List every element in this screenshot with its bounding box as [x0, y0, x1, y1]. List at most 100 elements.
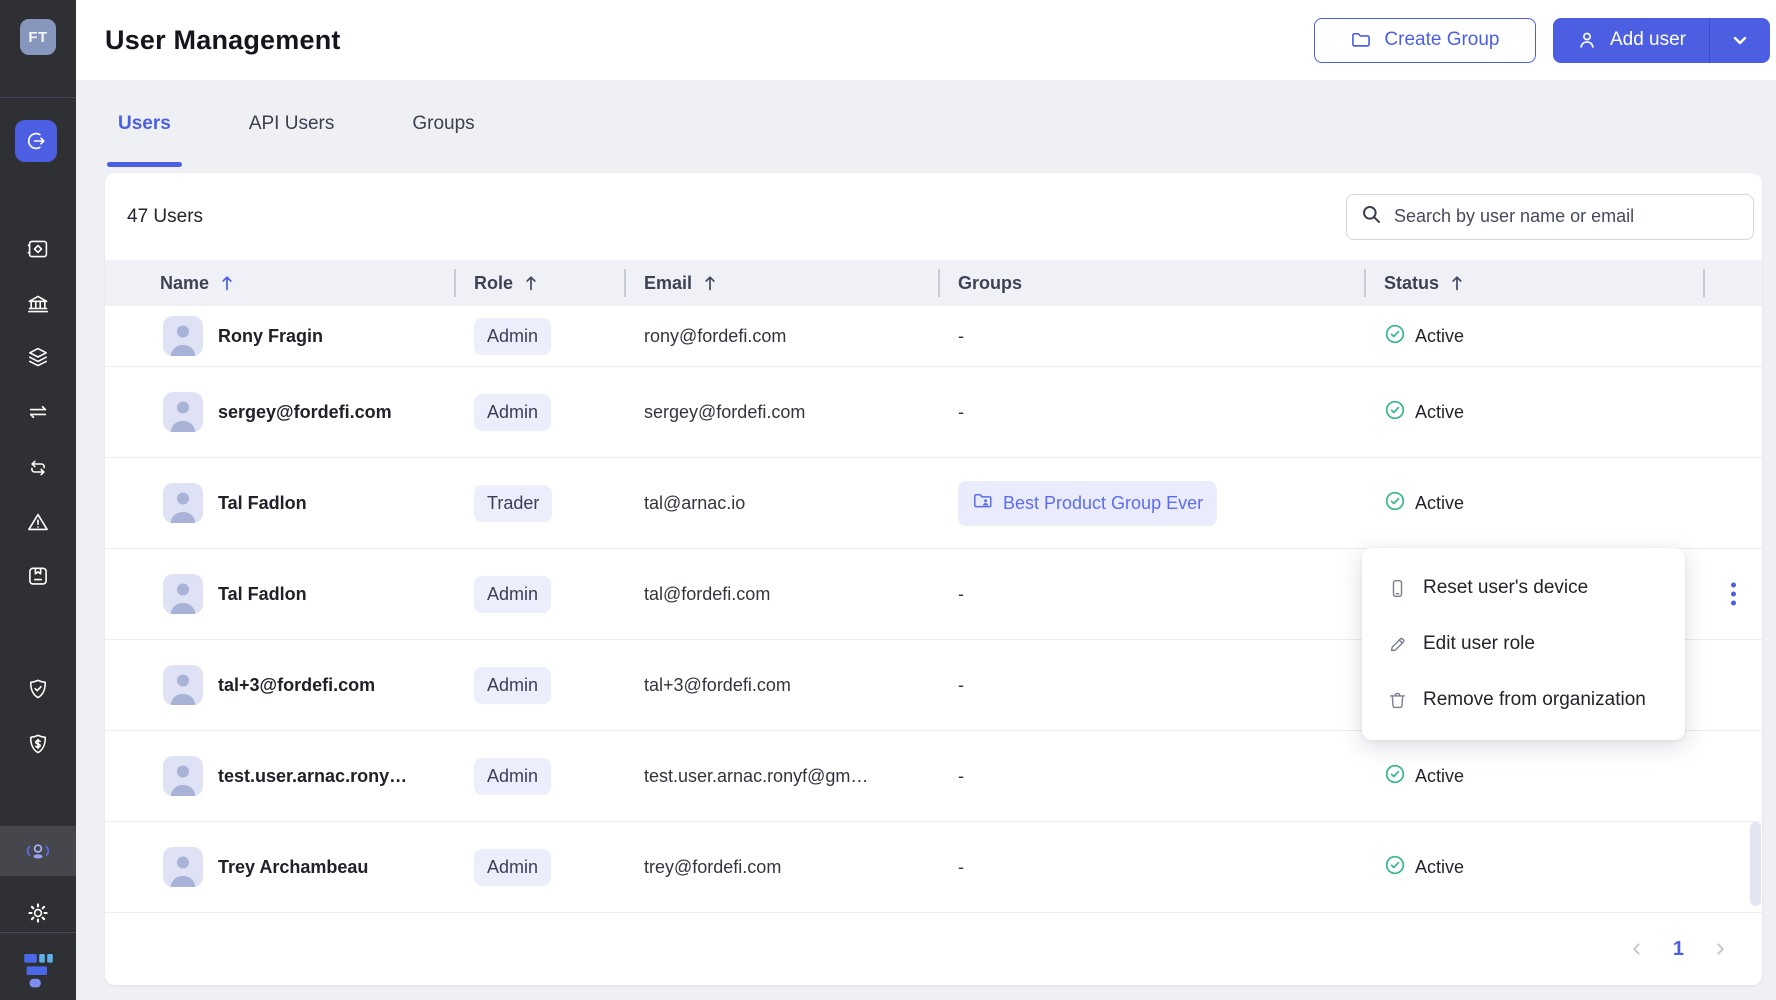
column-header-groups: Groups: [938, 260, 1364, 306]
user-row[interactable]: Trey Archambeau Admin trey@fordefi.com - Act…: [105, 822, 1762, 913]
column-header-name[interactable]: Name: [105, 260, 454, 306]
user-role-cell: Admin: [454, 640, 624, 730]
sidebar-item-bank[interactable]: [26, 292, 50, 316]
users-icon: [24, 838, 52, 864]
user-groups-cell: Best Product Group Ever: [938, 458, 1364, 548]
user-email: tal@arnac.io: [644, 492, 746, 513]
org-avatar[interactable]: FT: [20, 19, 56, 55]
menu-item-reset-user-s-device[interactable]: Reset user's device: [1362, 560, 1685, 616]
warning-icon: [26, 510, 50, 534]
sidebar-item-transfer[interactable]: [26, 400, 50, 424]
sidebar-item-vault[interactable]: [26, 237, 50, 261]
add-user-split-button: Add user: [1552, 17, 1770, 63]
user-email: tal+3@fordefi.com: [644, 674, 791, 695]
user-avatar: [163, 756, 203, 796]
user-row[interactable]: test.user.arnac.rony… Admin test.user.arna…: [105, 731, 1762, 822]
user-row[interactable]: Rony Fragin Admin rony@fordefi.com - Active: [105, 306, 1762, 367]
user-email: test.user.arnac.ronyf@gm…: [644, 765, 869, 786]
user-name-cell: Trey Archambeau: [105, 822, 454, 912]
tab-groups[interactable]: Groups: [410, 80, 476, 167]
sidebar-item-layers[interactable]: [26, 345, 50, 369]
user-groups-cell: -: [938, 549, 1364, 639]
menu-item-remove-from-organization[interactable]: Remove from organization: [1362, 672, 1685, 728]
user-groups-cell: -: [938, 306, 1364, 366]
user-row[interactable]: sergey@fordefi.com Admin sergey@fordefi.co…: [105, 367, 1762, 458]
kebab-menu-icon[interactable]: [1727, 579, 1740, 610]
sidebar-item-shield-dollar[interactable]: [26, 732, 50, 756]
search-icon: [1360, 203, 1382, 230]
row-actions-cell: [1703, 367, 1762, 457]
page-title: User Management: [105, 24, 341, 55]
table-scrollbar-thumb[interactable]: [1750, 822, 1761, 906]
folder-user-icon: [972, 490, 994, 517]
sidebar-item-logout[interactable]: [15, 120, 57, 162]
add-user-dropdown-button[interactable]: [1710, 18, 1770, 63]
column-header-role[interactable]: Role: [454, 260, 624, 306]
sidebar-item-package[interactable]: [26, 564, 50, 588]
table-header-row: Name Role Email Groups Status: [105, 260, 1762, 306]
sidebar-item-settings[interactable]: [26, 901, 50, 925]
sort-arrow-icon: [523, 274, 539, 292]
user-name: Tal Fadlon: [218, 583, 307, 604]
row-context-menu: Reset user's device Edit user role Remove …: [1362, 548, 1685, 740]
role-badge: Admin: [474, 317, 552, 355]
user-role-cell: Admin: [454, 367, 624, 457]
user-role-cell: Admin: [454, 306, 624, 366]
edit-icon: [1387, 634, 1408, 655]
topbar: User Management Create Group Add user: [76, 0, 1776, 80]
status-active-icon: [1384, 323, 1406, 350]
menu-item-label: Remove from organization: [1423, 689, 1646, 710]
loop-icon: [26, 456, 50, 480]
user-name-cell: test.user.arnac.rony…: [105, 731, 454, 821]
fordefi-logo[interactable]: [23, 954, 53, 990]
groups-dash: -: [958, 401, 964, 422]
user-avatar: [163, 574, 203, 614]
group-chip[interactable]: Best Product Group Ever: [958, 480, 1218, 526]
groups-dash: -: [958, 856, 964, 877]
user-avatar: [163, 316, 203, 356]
chevron-left-icon[interactable]: [1627, 939, 1647, 959]
create-group-button[interactable]: Create Group: [1313, 17, 1536, 63]
groups-dash: -: [958, 583, 964, 604]
user-name: test.user.arnac.rony…: [218, 765, 408, 786]
sidebar-item-warning[interactable]: [26, 510, 50, 534]
column-header-status[interactable]: Status: [1364, 260, 1703, 306]
folder-icon: [1350, 29, 1372, 51]
user-status-cell: Active: [1364, 367, 1703, 457]
user-avatar: [163, 847, 203, 887]
tab-users[interactable]: Users: [107, 80, 182, 167]
user-row[interactable]: Tal Fadlon Trader tal@arnac.io Best Product…: [105, 458, 1762, 549]
sidebar-item-shield-check[interactable]: [26, 677, 50, 701]
trash-icon: [1387, 690, 1408, 711]
sidebar-item-loop[interactable]: [26, 456, 50, 480]
sidebar-item-users-active[interactable]: [0, 826, 76, 876]
person-add-icon: [1576, 29, 1598, 51]
transfer-icon: [26, 400, 50, 424]
user-avatar: [163, 665, 203, 705]
logout-icon: [24, 129, 48, 153]
chevron-right-icon[interactable]: [1710, 939, 1730, 959]
package-icon: [26, 564, 50, 588]
groups-dash: -: [958, 674, 964, 695]
sidebar-divider: [0, 932, 76, 933]
user-name: Tal Fadlon: [218, 492, 307, 513]
groups-dash: -: [958, 765, 964, 786]
row-actions-cell: [1703, 640, 1762, 730]
role-badge: Admin: [474, 575, 552, 613]
user-name-cell: Tal Fadlon: [105, 549, 454, 639]
role-badge: Admin: [474, 757, 552, 795]
role-badge: Admin: [474, 393, 552, 431]
column-header-actions: [1703, 260, 1762, 306]
add-user-label: Add user: [1609, 29, 1686, 50]
add-user-button[interactable]: Add user: [1553, 18, 1709, 63]
user-name: Trey Archambeau: [218, 856, 369, 877]
search-input[interactable]: [1392, 205, 1740, 228]
user-status-cell: Active: [1364, 822, 1703, 912]
tab-api-users[interactable]: API Users: [247, 80, 337, 167]
page-number[interactable]: 1: [1673, 938, 1684, 961]
menu-item-edit-user-role[interactable]: Edit user role: [1362, 616, 1685, 672]
status-active-icon: [1384, 763, 1406, 790]
menu-item-label: Reset user's device: [1423, 577, 1589, 598]
column-header-email[interactable]: Email: [624, 260, 938, 306]
topbar-actions: Create Group Add user: [1313, 17, 1770, 63]
